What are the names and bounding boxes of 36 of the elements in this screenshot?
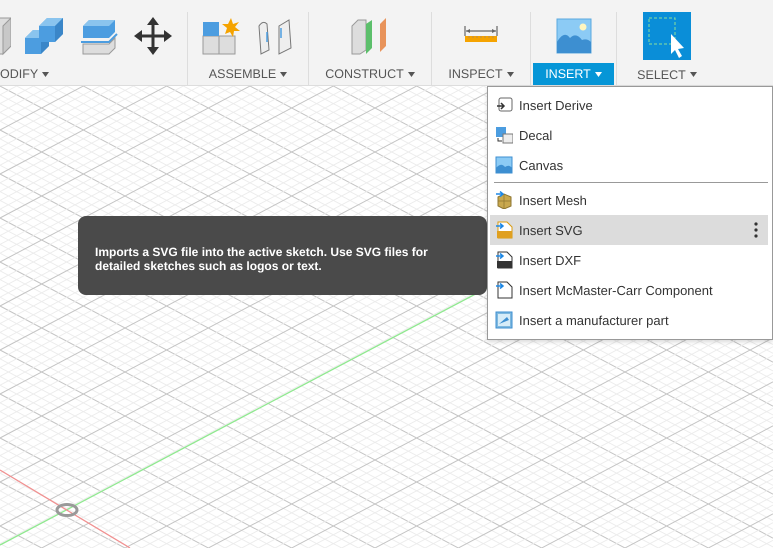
toolbar-menu-tab[interactable]: ASSEMBLE (200, 63, 296, 85)
menu-item[interactable]: Insert Derive (490, 90, 768, 120)
origin-icon (54, 502, 80, 518)
menu-item[interactable]: Canvas (490, 150, 768, 180)
menu-item[interactable]: Insert SVG (490, 215, 768, 245)
svg-file-icon (495, 221, 513, 239)
cube-icon[interactable] (0, 16, 11, 56)
caret-icon (42, 72, 50, 77)
move-arrows-icon[interactable] (133, 16, 173, 56)
menu-item[interactable]: Insert a manufacturer part (490, 305, 768, 335)
toolbar-menu-tab[interactable]: SELECT (629, 64, 705, 85)
document-icon (495, 281, 513, 299)
caret-icon (280, 72, 288, 77)
caret-icon (594, 72, 602, 77)
dxf-file-icon (495, 251, 513, 269)
toolbar-menu-tab[interactable]: CONSTRUCT (317, 63, 423, 85)
menu-item[interactable]: Insert McMaster-Carr Component (490, 275, 768, 305)
toolbar-menu-tab[interactable]: ODIFY (0, 63, 58, 85)
more-icon[interactable] (754, 222, 758, 238)
caret-icon (690, 72, 697, 77)
menu-item[interactable]: Decal (490, 120, 768, 150)
menu-item[interactable]: Insert DXF (490, 245, 768, 275)
select-box-icon[interactable] (643, 12, 691, 60)
decal-icon (495, 126, 513, 144)
mesh-icon (495, 191, 513, 209)
image-file-icon (495, 311, 513, 329)
toolbar-menu-tab[interactable]: INSPECT (440, 63, 522, 85)
stacked-blocks-icon[interactable] (25, 16, 65, 56)
tooltip: Imports a SVG file into the active sketch. Use SVG files for detailed sketches such as logos or text. (78, 216, 487, 295)
picture-icon[interactable] (554, 16, 594, 56)
caret-icon (506, 72, 514, 77)
picture-icon (495, 156, 513, 174)
derive-icon (495, 96, 513, 114)
caret-icon (408, 72, 415, 77)
new-component-icon[interactable] (201, 16, 241, 56)
menu-item[interactable]: Insert Mesh (490, 185, 768, 215)
